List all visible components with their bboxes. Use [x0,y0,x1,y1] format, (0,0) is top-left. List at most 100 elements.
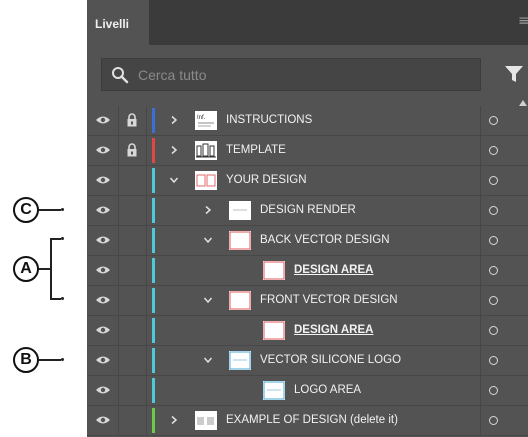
layer-row[interactable]: DESIGN AREA [87,316,528,346]
lock-icon [127,113,137,127]
lock-toggle[interactable] [118,316,147,345]
lock-toggle[interactable] [118,376,147,405]
callout-a: A [13,256,39,282]
target-divider [480,136,481,165]
visibility-toggle[interactable] [87,406,119,435]
layer-name: DESIGN AREA [294,324,374,336]
layer-color-bar [152,258,155,283]
callout-a-dot-bottom [61,297,64,300]
lock-toggle[interactable] [118,226,147,255]
target-divider [480,226,481,255]
layer-color-bar [152,138,155,163]
chevron-right-icon[interactable] [169,114,179,126]
layer-name: LOGO AREA [294,384,362,396]
layer-name: YOUR DESIGN [226,174,307,186]
search-input[interactable] [138,64,458,86]
svg-text:Inf.: Inf. [197,115,206,121]
eye-icon [96,326,110,334]
visibility-toggle[interactable] [87,316,119,345]
target-divider [480,346,481,375]
visibility-toggle[interactable] [87,256,119,285]
layer-thumbnail [195,411,217,430]
layer-row[interactable]: EXAMPLE OF DESIGN (delete it) [87,406,528,436]
layer-color-bar [152,378,155,403]
chevron-right-icon[interactable] [169,144,179,156]
eye-icon [96,356,110,364]
search-icon [112,67,129,84]
lock-toggle[interactable] [118,346,147,375]
callout-b-leader [39,359,61,361]
visibility-toggle[interactable] [87,286,119,315]
layer-thumbnail [263,321,285,340]
callout-a-bracket-top [50,238,61,240]
layer-color-bar [152,108,155,133]
lock-toggle[interactable] [118,166,147,195]
layer-name: DESIGN RENDER [260,204,356,216]
lock-toggle[interactable] [118,286,147,315]
chevron-down-icon[interactable] [203,294,213,306]
target-icon[interactable] [489,146,498,155]
visibility-toggle[interactable] [87,226,119,255]
tab-bar: Livelli ≡ [87,0,528,45]
callout-a-dot-top [61,237,64,240]
visibility-toggle[interactable] [87,106,119,135]
layer-row[interactable]: TEMPLATE [87,136,528,166]
layer-row[interactable]: LOGO AREA [87,376,528,406]
chevron-right-icon[interactable] [203,204,213,216]
visibility-toggle[interactable] [87,196,119,225]
eye-icon [96,176,110,184]
filter-icon[interactable] [504,64,524,84]
layer-name: VECTOR SILICONE LOGO [260,354,402,366]
visibility-toggle[interactable] [87,136,119,165]
visibility-toggle[interactable] [87,346,119,375]
layer-name: BACK VECTOR DESIGN [260,234,390,246]
lock-toggle[interactable] [118,406,147,435]
panel-menu-icon[interactable]: ≡ [518,14,528,28]
target-icon[interactable] [489,416,498,425]
target-divider [480,106,481,135]
lock-toggle[interactable] [118,256,147,285]
layer-row[interactable]: YOUR DESIGN [87,166,528,196]
layer-name: FRONT VECTOR DESIGN [260,294,398,306]
callout-a-bracket [50,238,52,299]
target-icon[interactable] [489,206,498,215]
visibility-toggle[interactable] [87,376,119,405]
chevron-right-icon[interactable] [169,414,179,426]
target-icon[interactable] [489,386,498,395]
layer-color-bar [152,198,155,223]
visibility-toggle[interactable] [87,166,119,195]
layer-name: TEMPLATE [226,144,286,156]
layer-row[interactable]: DESIGN RENDER [87,196,528,226]
chevron-down-icon[interactable] [203,234,213,246]
target-icon[interactable] [489,236,498,245]
layer-row[interactable]: Inf. INSTRUCTIONS [87,106,528,136]
callout-b: B [13,347,39,373]
callout-c-leader [39,209,61,211]
callout-c: C [13,197,39,223]
chevron-down-icon[interactable] [169,174,179,186]
layer-row[interactable]: FRONT VECTOR DESIGN [87,286,528,316]
eye-icon [96,296,110,304]
target-icon[interactable] [489,176,498,185]
eye-icon [96,236,110,244]
lock-toggle[interactable] [118,106,147,135]
layer-thumbnail [229,231,251,250]
layer-color-bar [152,348,155,373]
target-icon[interactable] [489,326,498,335]
lock-toggle[interactable] [118,196,147,225]
lock-toggle[interactable] [118,136,147,165]
target-icon[interactable] [489,296,498,305]
layer-color-bar [152,168,155,193]
target-icon[interactable] [489,356,498,365]
target-icon[interactable] [489,116,498,125]
tab-livelli[interactable]: Livelli [87,0,149,45]
target-icon[interactable] [489,266,498,275]
layer-row[interactable]: BACK VECTOR DESIGN [87,226,528,256]
lock-icon [127,143,137,157]
callout-c-dot [61,208,64,211]
layer-row[interactable]: VECTOR SILICONE LOGO [87,346,528,376]
chevron-down-icon[interactable] [203,354,213,366]
eye-icon [96,116,110,124]
layer-row[interactable]: DESIGN AREA [87,256,528,286]
eye-icon [96,266,110,274]
